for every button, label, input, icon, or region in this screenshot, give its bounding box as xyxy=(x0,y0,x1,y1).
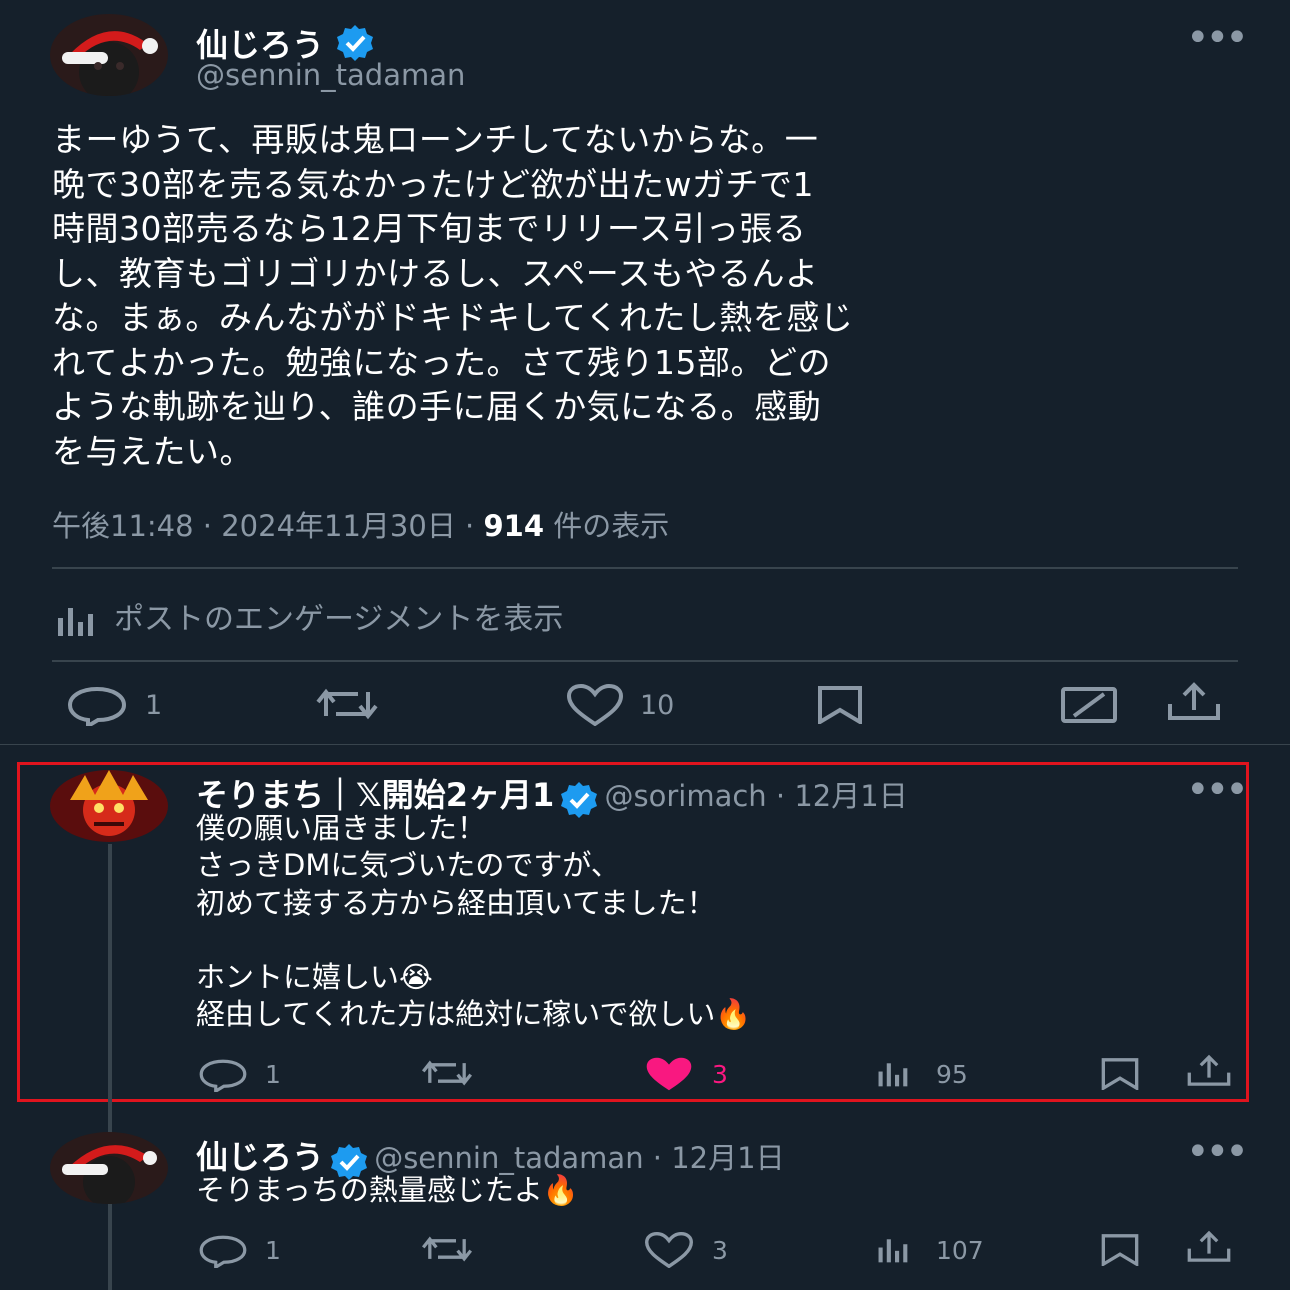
analytics-icon[interactable] xyxy=(874,1236,916,1264)
author-name[interactable]: そりまち｜𝕏開始2ヶ月1 xyxy=(196,776,554,814)
repost-icon[interactable] xyxy=(420,1234,474,1264)
like-icon[interactable] xyxy=(566,684,624,726)
like-count: 3 xyxy=(712,1060,728,1089)
repost-icon[interactable] xyxy=(314,686,380,722)
reply-date[interactable]: · 12月1日 xyxy=(767,779,908,813)
reply-date[interactable]: · 12月1日 xyxy=(644,1141,785,1175)
share-icon[interactable] xyxy=(1166,682,1222,722)
reply-icon[interactable] xyxy=(66,686,128,726)
avatar[interactable] xyxy=(50,770,168,842)
bookmark-icon[interactable] xyxy=(1100,1058,1140,1090)
view-count: 95 xyxy=(936,1060,968,1089)
reply-body: そりまっちの熱量感じたよ🔥 xyxy=(196,1173,579,1207)
view-label: 件の表示 xyxy=(544,509,670,543)
divider xyxy=(52,567,1238,569)
author-handle[interactable]: @sennin_tadaman xyxy=(196,58,465,92)
divider xyxy=(52,660,1238,662)
share-icon[interactable] xyxy=(1186,1054,1232,1088)
author-name[interactable]: 仙じろう xyxy=(196,1138,324,1176)
post-body: まーゆうて、再販は鬼ローンチしてないからな。一 晩で30部を売る気なかったけど欲… xyxy=(52,120,854,471)
reply-icon[interactable] xyxy=(198,1058,248,1092)
reply-icon[interactable] xyxy=(198,1234,248,1268)
avatar[interactable] xyxy=(50,1132,168,1204)
analytics-icon xyxy=(56,604,100,638)
more-icon[interactable]: ••• xyxy=(1186,770,1249,810)
post-meta: 午後11:48 · 2024年11月30日 · 914 件の表示 xyxy=(52,503,669,545)
post-timestamp[interactable]: 午後11:48 · 2024年11月30日 · xyxy=(52,509,484,543)
avatar[interactable] xyxy=(50,14,168,96)
grok-icon[interactable] xyxy=(1060,686,1118,724)
like-count: 3 xyxy=(712,1236,728,1265)
reply-count: 1 xyxy=(265,1060,281,1089)
thread-line xyxy=(108,844,112,1290)
more-icon[interactable]: ••• xyxy=(1186,1132,1249,1172)
author-handle[interactable]: @sennin_tadaman xyxy=(374,1141,643,1175)
share-icon[interactable] xyxy=(1186,1230,1232,1264)
analytics-icon[interactable] xyxy=(874,1060,916,1088)
bookmark-icon[interactable] xyxy=(1100,1234,1140,1266)
view-count: 914 xyxy=(483,509,545,543)
divider xyxy=(0,744,1290,745)
reply-count: 1 xyxy=(265,1236,281,1265)
repost-icon[interactable] xyxy=(420,1058,474,1088)
author-handle[interactable]: @sorimach xyxy=(605,779,767,813)
view-count: 107 xyxy=(936,1236,984,1265)
like-icon[interactable] xyxy=(644,1056,694,1092)
engagement-link[interactable]: ポストのエンゲージメントを表示 xyxy=(56,594,563,638)
reply-count: 1 xyxy=(145,690,163,721)
like-icon[interactable] xyxy=(644,1232,694,1268)
reply-body: 僕の願い届きました！ さっきDMに気づいたのですが、 初めて接する方から経由頂い… xyxy=(196,811,752,1032)
engagement-label[interactable]: ポストのエンゲージメントを表示 xyxy=(114,602,563,637)
bookmark-icon[interactable] xyxy=(816,686,864,724)
more-icon[interactable]: ••• xyxy=(1186,18,1249,58)
like-count: 10 xyxy=(640,690,675,721)
